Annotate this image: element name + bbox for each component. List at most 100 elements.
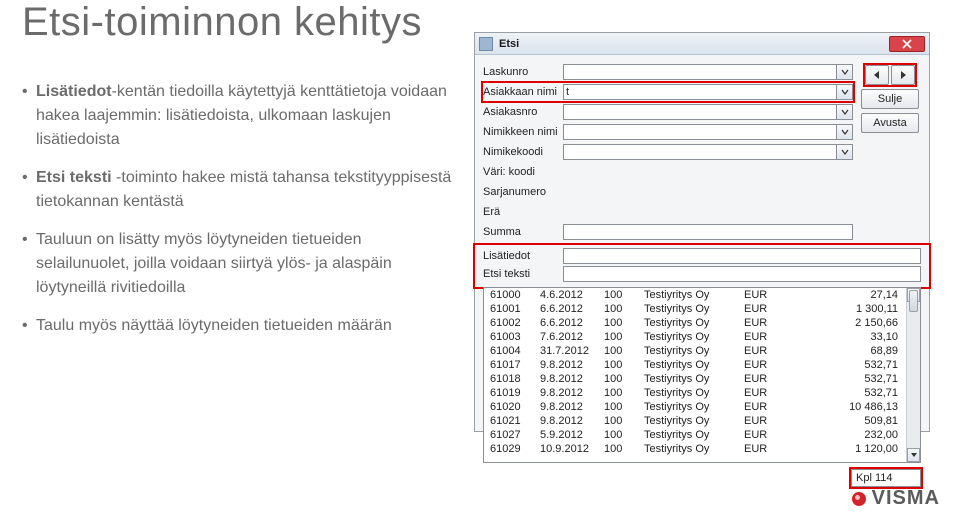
input-summa[interactable] (563, 224, 853, 240)
table-cell: 5.9.2012 (534, 428, 598, 442)
table-cell: 61001 (484, 302, 534, 316)
app-icon (479, 37, 493, 51)
results-table[interactable]: 610004.6.2012100Testiyritys OyEUR27,1461… (483, 287, 921, 463)
table-cell: 6.6.2012 (534, 316, 598, 330)
table-cell: Testiyritys Oy (638, 302, 738, 316)
input-asiakasnro[interactable] (563, 104, 837, 120)
chevron-down-icon (841, 128, 849, 136)
bullet-item: Taulu myös näyttää löytyneiden tietueide… (22, 314, 452, 338)
label-sarjanumero: Sarjanumero (483, 186, 563, 198)
vertical-scrollbar[interactable] (906, 288, 920, 462)
table-cell: 61018 (484, 372, 534, 386)
table-cell: Testiyritys Oy (638, 330, 738, 344)
table-row[interactable]: 610026.6.2012100Testiyritys OyEUR2 150,6… (484, 316, 906, 330)
table-cell: 10 486,13 (776, 400, 906, 414)
table-cell: 9.8.2012 (534, 414, 598, 428)
triangle-left-icon (872, 70, 882, 80)
dropdown-laskunro[interactable] (837, 64, 853, 80)
label-nimikkeen-nimi: Nimikkeen nimi (483, 126, 563, 138)
table-cell: 100 (598, 372, 638, 386)
table-cell: 61021 (484, 414, 534, 428)
sulje-button[interactable]: Sulje (861, 89, 919, 109)
table-row[interactable]: 610016.6.2012100Testiyritys OyEUR1 300,1… (484, 302, 906, 316)
avusta-button[interactable]: Avusta (861, 113, 919, 133)
table-cell: 532,71 (776, 372, 906, 386)
dropdown-nimikekoodi[interactable] (837, 144, 853, 160)
table-cell: EUR (738, 442, 776, 456)
label-vari-koodi: Väri: koodi (483, 166, 563, 178)
row-asiakkaan-nimi: Asiakkaan nimi t (483, 83, 853, 101)
input-etsi-teksti[interactable] (563, 266, 921, 282)
window-title: Etsi (499, 38, 889, 50)
table-row[interactable]: 6100431.7.2012100Testiyritys OyEUR68,89 (484, 344, 906, 358)
chevron-down-icon (841, 88, 849, 96)
page-title: Etsi-toiminnon kehitys (22, 0, 422, 45)
dropdown-nimikkeen-nimi[interactable] (837, 124, 853, 140)
table-cell: 100 (598, 400, 638, 414)
table-cell: 61000 (484, 288, 534, 302)
logo-text: VISMA (872, 487, 940, 510)
table-cell: 68,89 (776, 344, 906, 358)
table-cell: Testiyritys Oy (638, 344, 738, 358)
label-laskunro: Laskunro (483, 66, 563, 78)
prev-record-button[interactable] (865, 65, 889, 85)
bullet-item: Lisätiedot-kentän tiedoilla käytettyjä k… (22, 80, 452, 152)
triangle-down-icon (910, 451, 918, 459)
next-record-button[interactable] (891, 65, 915, 85)
table-cell: 100 (598, 330, 638, 344)
table-cell: 61020 (484, 400, 534, 414)
input-nimikkeen-nimi[interactable] (563, 124, 837, 140)
table-row[interactable]: 610219.8.2012100Testiyritys OyEUR509,81 (484, 414, 906, 428)
table-cell: Testiyritys Oy (638, 428, 738, 442)
scroll-down-button[interactable] (907, 448, 920, 462)
table-cell: Testiyritys Oy (638, 386, 738, 400)
input-nimikekoodi[interactable] (563, 144, 837, 160)
table-row[interactable]: 610037.6.2012100Testiyritys OyEUR33,10 (484, 330, 906, 344)
table-cell: 10.9.2012 (534, 442, 598, 456)
scroll-thumb[interactable] (909, 290, 918, 312)
table-cell: Testiyritys Oy (638, 442, 738, 456)
table-cell: Testiyritys Oy (638, 400, 738, 414)
visma-logo: VISMA (852, 487, 940, 510)
table-cell: 509,81 (776, 414, 906, 428)
table-cell: EUR (738, 372, 776, 386)
table-row[interactable]: 610189.8.2012100Testiyritys OyEUR532,71 (484, 372, 906, 386)
bullet-bold: Lisätiedot (36, 83, 112, 100)
record-count: Kpl 114 (851, 469, 921, 487)
triangle-right-icon (898, 70, 908, 80)
table-cell: Testiyritys Oy (638, 316, 738, 330)
input-lisatiedot[interactable] (563, 248, 921, 264)
logo-ball-icon (852, 492, 866, 506)
table-cell: 1 300,11 (776, 302, 906, 316)
dropdown-asiakasnro[interactable] (837, 104, 853, 120)
close-button[interactable] (889, 36, 925, 52)
table-cell: 100 (598, 358, 638, 372)
etsi-dialog: Etsi Laskunro Asiakkaan nimi t Asiakasnr… (474, 32, 930, 432)
table-cell: 100 (598, 288, 638, 302)
input-laskunro[interactable] (563, 64, 837, 80)
label-asiakasnro: Asiakasnro (483, 106, 563, 118)
table-row[interactable]: 610209.8.2012100Testiyritys OyEUR10 486,… (484, 400, 906, 414)
input-asiakkaan-nimi[interactable]: t (563, 84, 837, 100)
label-etsi-teksti: Etsi teksti (483, 268, 563, 280)
table-row[interactable]: 610004.6.2012100Testiyritys OyEUR27,14 (484, 288, 906, 302)
bullet-bold: Etsi teksti (36, 169, 112, 186)
table-cell: 532,71 (776, 358, 906, 372)
bullet-item: Tauluun on lisätty myös löytyneiden tiet… (22, 228, 452, 300)
table-cell: 100 (598, 316, 638, 330)
table-cell: 100 (598, 442, 638, 456)
table-cell: 7.6.2012 (534, 330, 598, 344)
table-cell: 33,10 (776, 330, 906, 344)
dropdown-asiakkaan-nimi[interactable] (837, 84, 853, 100)
table-cell: 61027 (484, 428, 534, 442)
table-cell: 61003 (484, 330, 534, 344)
table-row[interactable]: 610275.9.2012100Testiyritys OyEUR232,00 (484, 428, 906, 442)
table-cell: Testiyritys Oy (638, 414, 738, 428)
bullet-text: Tauluun on lisätty myös löytyneiden tiet… (36, 231, 392, 296)
table-row[interactable]: 610179.8.2012100Testiyritys OyEUR532,71 (484, 358, 906, 372)
table-row[interactable]: 610199.8.2012100Testiyritys OyEUR532,71 (484, 386, 906, 400)
chevron-down-icon (841, 148, 849, 156)
table-cell: EUR (738, 414, 776, 428)
table-row[interactable]: 6102910.9.2012100Testiyritys OyEUR1 120,… (484, 442, 906, 456)
table-cell: EUR (738, 288, 776, 302)
